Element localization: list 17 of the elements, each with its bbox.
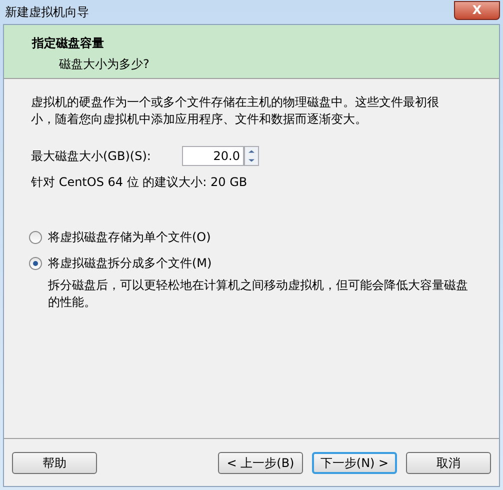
wizard-button[interactable]: 下一步(N) > [312, 452, 397, 474]
radio-button[interactable] [29, 230, 42, 244]
help-button[interactable]: 帮助 [12, 452, 97, 474]
field-label: 最大磁盘大小(GB)(S): [31, 148, 152, 165]
radio-option[interactable]: 将虚拟磁盘存储为单个文件(O) [29, 228, 211, 246]
spinner[interactable] [244, 146, 259, 166]
wizard-button[interactable]: 取消 [406, 452, 491, 474]
wizard-button[interactable]: < 上一步(B) [218, 452, 303, 474]
intro-text: 虚拟机的硬盘作为一个或多个文件存储在主机的物理磁盘中。这些文件最初很小，随着您向虚拟机中添加应用程序、文件和数据而逐渐变大。 [31, 94, 440, 128]
disk-size-field[interactable]: 20.0 [182, 146, 244, 166]
header-title: 指定磁盘容量 [32, 35, 104, 52]
radio-button[interactable] [29, 256, 42, 270]
radio-option[interactable]: 将虚拟磁盘拆分成多个文件(M) [29, 254, 212, 272]
option-description: 拆分磁盘后，可以更轻松地在计算机之间移动虚拟机，但可能会降低大容量磁盘的性能。 [47, 277, 469, 311]
recommendation-text: 针对 CentOS 64 位 的建议大小: 20 GB [31, 174, 248, 191]
window-title: 新建虚拟机向导 [4, 4, 89, 21]
header-subtitle: 磁盘大小为多少? [58, 56, 150, 73]
